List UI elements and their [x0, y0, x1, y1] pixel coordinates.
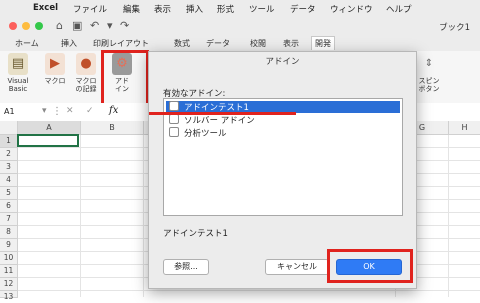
fx-label: fx	[109, 105, 119, 116]
menu-insert[interactable]: 挿入	[186, 3, 203, 15]
redo-icon[interactable]: ↷	[120, 19, 129, 32]
menu-help[interactable]: ヘルプ	[386, 3, 412, 15]
menu-tools[interactable]: ツール	[249, 3, 275, 15]
menu-app-name[interactable]: Excel	[33, 3, 58, 13]
menu-edit[interactable]: 編集	[123, 3, 140, 15]
minimize-window-icon[interactable]	[22, 22, 30, 30]
title-bar: ⌂ ▣ ↶ ▾ ↷ ブック1	[0, 17, 480, 36]
undo-icon[interactable]: ↶	[90, 19, 99, 32]
checkbox[interactable]	[169, 127, 179, 137]
browse-button[interactable]: 参照...	[163, 259, 209, 275]
list-item[interactable]: 分析ツール	[166, 127, 400, 139]
menu-bar: Excel ファイル 編集 表示 挿入 形式 ツール データ ウィンドウ ヘルプ	[0, 0, 480, 18]
save-icon[interactable]: ▣	[72, 19, 82, 32]
document-title: ブック1	[439, 23, 470, 33]
menu-window[interactable]: ウィンドウ	[330, 3, 373, 15]
visual-basic-label: Visual Basic	[7, 77, 29, 93]
checkbox[interactable]	[169, 114, 179, 124]
addin-button[interactable]: ⚙ アド イン	[108, 53, 136, 93]
row-header[interactable]: 4	[0, 174, 18, 187]
close-window-icon[interactable]	[9, 22, 17, 30]
row-header[interactable]: 12	[0, 278, 18, 291]
ribbon-tabs: ホーム 挿入 印刷レイアウト 数式 データ 校閲 表示 開発	[0, 36, 480, 51]
select-all-corner[interactable]	[0, 121, 18, 135]
macro-icon: ▶	[45, 53, 65, 75]
gear-icon: ⚙	[112, 53, 132, 75]
name-box[interactable]: A1	[4, 107, 15, 116]
dropdown-icon[interactable]: ▾	[107, 19, 113, 32]
menu-file[interactable]: ファイル	[73, 3, 107, 15]
list-item-label: ソルバー アドイン	[184, 116, 255, 126]
row-header[interactable]: 5	[0, 187, 18, 200]
spin-label: スピン ボタン	[418, 77, 440, 93]
addin-list[interactable]: アドインテスト1 ソルバー アドイン 分析ツール	[163, 98, 403, 216]
list-item-label: 分析ツール	[184, 129, 227, 139]
visual-basic-icon: ▤	[8, 53, 28, 75]
tab-data[interactable]: データ	[203, 37, 233, 50]
tab-view[interactable]: 表示	[280, 37, 302, 50]
tab-review[interactable]: 校閲	[247, 37, 269, 50]
tab-home[interactable]: ホーム	[12, 37, 42, 50]
addin-description: アドインテスト1	[163, 229, 228, 239]
row-header[interactable]: 7	[0, 213, 18, 226]
zoom-window-icon[interactable]	[35, 22, 43, 30]
dialog-title: アドイン	[265, 57, 300, 67]
row-header[interactable]: 9	[0, 239, 18, 252]
column-header[interactable]: H	[449, 121, 480, 135]
grid-line	[448, 135, 449, 297]
row-header[interactable]: 2	[0, 148, 18, 161]
checkbox[interactable]	[169, 101, 179, 111]
ok-highlight-box	[327, 249, 413, 283]
menu-view[interactable]: 表示	[154, 3, 171, 15]
macro-button[interactable]: ▶ マクロ	[43, 53, 67, 85]
active-cell-a1[interactable]	[17, 134, 79, 147]
row-header[interactable]: 8	[0, 226, 18, 239]
cancel-icon[interactable]: ✕	[66, 106, 74, 116]
menu-data[interactable]: データ	[290, 3, 316, 15]
menu-format[interactable]: 形式	[217, 3, 234, 15]
enter-icon[interactable]: ✓	[86, 106, 94, 116]
visual-basic-button[interactable]: ▤ Visual Basic	[5, 53, 31, 93]
spin-icon: ⇕	[424, 58, 434, 69]
tab-developer[interactable]: 開発	[311, 36, 335, 50]
addin-label: アド イン	[115, 77, 129, 93]
row-header[interactable]: 1	[0, 135, 18, 148]
record-macro-button[interactable]: ● マクロ の記録	[73, 53, 99, 93]
record-macro-icon: ●	[76, 53, 96, 75]
column-header[interactable]: B	[81, 121, 144, 135]
more-icon[interactable]: ⋮	[52, 106, 62, 117]
macro-label: マクロ	[44, 77, 66, 85]
tab-formulas[interactable]: 数式	[171, 37, 193, 50]
grid-line	[18, 290, 480, 291]
home-icon[interactable]: ⌂	[56, 19, 63, 32]
row-header[interactable]: 11	[0, 265, 18, 278]
cancel-button[interactable]: キャンセル	[265, 259, 329, 275]
name-box-dropdown-icon[interactable]: ▾	[42, 106, 47, 116]
grid-line	[143, 135, 144, 297]
list-item[interactable]: ソルバー アドイン	[166, 114, 400, 126]
row-header[interactable]: 10	[0, 252, 18, 265]
row-header[interactable]: 6	[0, 200, 18, 213]
grid-line	[80, 135, 81, 297]
selection-underline	[149, 112, 296, 115]
tab-print-layout[interactable]: 印刷レイアウト	[90, 37, 152, 50]
row-header[interactable]: 3	[0, 161, 18, 174]
column-header[interactable]: A	[18, 121, 81, 135]
record-macro-label: マクロ の記録	[75, 77, 97, 93]
spin-button-control[interactable]: ⇕ スピン ボタン	[416, 53, 442, 94]
tab-insert[interactable]: 挿入	[58, 37, 80, 50]
